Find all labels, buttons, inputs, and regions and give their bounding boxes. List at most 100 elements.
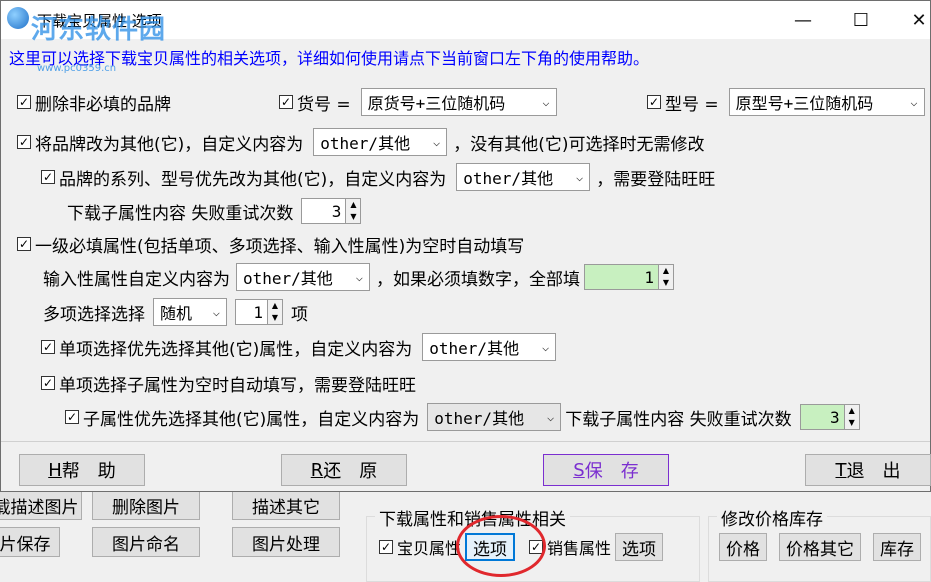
- spinner-arrows-icon[interactable]: ▲ ▼: [658, 265, 673, 289]
- chevron-down-icon: ⌵: [212, 305, 220, 319]
- model-no-checkbox[interactable]: ✓ 型号 =: [647, 90, 719, 115]
- multi-select-mode-select[interactable]: 随机 ⌵: [153, 298, 227, 326]
- app-icon: [7, 7, 29, 29]
- chevron-down-icon: ⌵: [542, 95, 550, 109]
- delete-images-button[interactable]: 删除图片: [92, 490, 200, 520]
- chevron-down-icon: ⌵: [576, 170, 584, 184]
- checkbox-icon: ✓: [17, 95, 31, 109]
- item-no-checkbox[interactable]: ✓ 货号 =: [279, 90, 351, 115]
- multi-select-mode-value: 随机: [160, 304, 193, 323]
- single-other-checkbox[interactable]: ✓ 单项选择优先选择其他(它)属性，自定义内容为: [41, 335, 412, 360]
- input-custom-label: 输入性属性自定义内容为: [43, 269, 230, 290]
- input-custom-value: other/其他: [243, 269, 333, 288]
- chevron-down-icon: ⌵: [547, 410, 555, 424]
- sub-prop-other-label: 子属性优先选择其他(它)属性，自定义内容为: [83, 409, 420, 430]
- spinner-arrows-icon[interactable]: ▲ ▼: [843, 405, 859, 429]
- help-hotkey: H: [48, 459, 62, 481]
- describe-images-button[interactable]: 载描述图片: [0, 490, 82, 520]
- checkbox-icon: ✓: [65, 410, 79, 424]
- item-no-select[interactable]: 原货号+三位随机码 ⌵: [360, 88, 557, 116]
- sale-props-options-button[interactable]: 选项: [615, 533, 664, 561]
- image-process-button[interactable]: 图片处理: [232, 527, 340, 557]
- checkbox-icon: ✓: [41, 170, 55, 184]
- checkbox-icon: ✓: [279, 95, 293, 109]
- single-other-label: 单项选择优先选择其他(它)属性，自定义内容为: [59, 339, 413, 360]
- delete-brand-checkbox[interactable]: ✓ 删除非必填的品牌: [17, 90, 171, 115]
- sub-prop-retry-spinner[interactable]: 3 ▲ ▼: [799, 404, 860, 430]
- save-label: 保 存: [584, 461, 639, 482]
- series-other-label: 品牌的系列、型号优先改为其他(它)，自定义内容为: [59, 169, 447, 190]
- sub-prop-other-checkbox[interactable]: ✓ 子属性优先选择其他(它)属性，自定义内容为: [65, 405, 419, 430]
- sub-retry-label: 下载子属性内容 失败重试次数: [67, 203, 294, 224]
- price-stock-group: 修改价格库存 价格 价格其它 库存: [708, 505, 931, 582]
- sale-props-label: 销售属性: [547, 539, 612, 558]
- restore-hotkey: R: [310, 459, 324, 481]
- multi-select-unit: 项: [291, 304, 308, 325]
- title-bar: 下载宝贝属性 选项 河东软件园 — ☐ ✕: [1, 1, 931, 45]
- help-label: 帮 助: [61, 461, 116, 482]
- checkbox-icon: ✓: [41, 376, 55, 390]
- brand-other-value: other/其他: [320, 134, 411, 153]
- model-no-select[interactable]: 原型号+三位随机码 ⌵: [728, 88, 925, 116]
- model-no-value: 原型号+三位随机码: [735, 94, 874, 113]
- chevron-down-icon: ⌵: [355, 270, 363, 284]
- series-other-checkbox[interactable]: ✓ 品牌的系列、型号优先改为其他(它)，自定义内容为: [41, 165, 446, 190]
- single-sub-fill-label: 单项选择子属性为空时自动填写，需要登陆旺旺: [59, 375, 416, 396]
- watermark-url: www.pc0359.cn: [37, 63, 117, 74]
- help-button[interactable]: H帮 助: [19, 454, 145, 486]
- auto-fill-label: 一级必填属性(包括单项、多项选择、输入性属性)为空时自动填写: [35, 236, 525, 257]
- exit-hotkey: T: [835, 459, 847, 481]
- restore-label: 还 原: [323, 461, 378, 482]
- options-dialog: 下载宝贝属性 选项 河东软件园 — ☐ ✕ 这里可以选择下载宝贝属性的相关选项，…: [0, 0, 931, 492]
- restore-button[interactable]: R还 原: [281, 454, 407, 486]
- minimize-button[interactable]: —: [773, 1, 833, 39]
- maximize-button[interactable]: ☐: [831, 1, 891, 39]
- sub-prop-retry-label: 下载子属性内容 失败重试次数: [565, 409, 792, 430]
- stock-button[interactable]: 库存: [873, 533, 921, 561]
- brand-other-label: 将品牌改为其他(它)，自定义内容为: [35, 134, 304, 155]
- sub-prop-other-value: other/其他: [434, 409, 525, 428]
- watermark-logo: 河东软件园: [31, 15, 167, 45]
- brand-other-select[interactable]: other/其他 ⌵: [313, 128, 448, 156]
- series-other-select[interactable]: other/其他 ⌵: [456, 163, 591, 191]
- single-other-value: other/其他: [429, 339, 520, 358]
- checkbox-icon: ✓: [41, 340, 55, 354]
- multi-select-count-spinner[interactable]: 1 ▲ ▼: [235, 299, 283, 325]
- brand-other-suffix: ，没有其他(它)可选择时无需修改: [453, 134, 705, 155]
- price-stock-group-title: 修改价格库存: [717, 505, 827, 530]
- series-other-suffix: ，需要登陆旺旺: [596, 169, 716, 190]
- image-save-button[interactable]: 片保存: [0, 527, 60, 557]
- checkbox-icon: ✓: [17, 135, 31, 149]
- auto-fill-checkbox[interactable]: ✓ 一级必填属性(包括单项、多项选择、输入性属性)为空时自动填写: [17, 232, 524, 257]
- input-number-value: 1: [644, 267, 654, 287]
- single-sub-fill-checkbox[interactable]: ✓ 单项选择子属性为空时自动填写，需要登陆旺旺: [41, 371, 416, 396]
- spinner-arrows-icon[interactable]: ▲ ▼: [345, 199, 361, 223]
- checkbox-icon: ✓: [647, 95, 661, 109]
- model-no-label: 型号 =: [665, 94, 719, 115]
- price-other-button[interactable]: 价格其它: [779, 533, 861, 561]
- spinner-arrows-icon[interactable]: ▲ ▼: [267, 300, 282, 324]
- sub-prop-other-select[interactable]: other/其他 ⌵: [427, 403, 562, 431]
- checkbox-icon: ✓: [379, 540, 393, 554]
- sub-retry-value: 3: [331, 201, 342, 221]
- brand-other-checkbox[interactable]: ✓ 将品牌改为其他(它)，自定义内容为: [17, 130, 303, 155]
- sub-retry-spinner[interactable]: 3 ▲ ▼: [301, 198, 362, 224]
- describe-other-button[interactable]: 描述其它: [232, 490, 340, 520]
- single-other-select[interactable]: other/其他 ⌵: [422, 333, 557, 361]
- item-props-checkbox[interactable]: ✓ 宝贝属性: [379, 535, 461, 559]
- image-rename-button[interactable]: 图片命名: [92, 527, 200, 557]
- input-custom-suffix: ，如果必须填数字，全部填: [376, 269, 580, 290]
- item-no-value: 原货号+三位随机码: [367, 94, 506, 113]
- exit-button[interactable]: T退 出: [805, 454, 931, 486]
- input-number-spinner[interactable]: 1 ▲ ▼: [584, 264, 674, 290]
- multi-select-label: 多项选择选择: [43, 304, 145, 325]
- item-no-label: 货号 =: [297, 94, 351, 115]
- close-button[interactable]: ✕: [889, 1, 931, 39]
- input-custom-select[interactable]: other/其他 ⌵: [236, 263, 370, 291]
- multi-select-count-value: 1: [253, 302, 263, 322]
- price-button[interactable]: 价格: [719, 533, 767, 561]
- highlight-circle: [456, 515, 546, 577]
- save-hotkey: S: [573, 459, 585, 481]
- save-button[interactable]: S保 存: [543, 454, 669, 486]
- exit-label: 退 出: [846, 461, 901, 482]
